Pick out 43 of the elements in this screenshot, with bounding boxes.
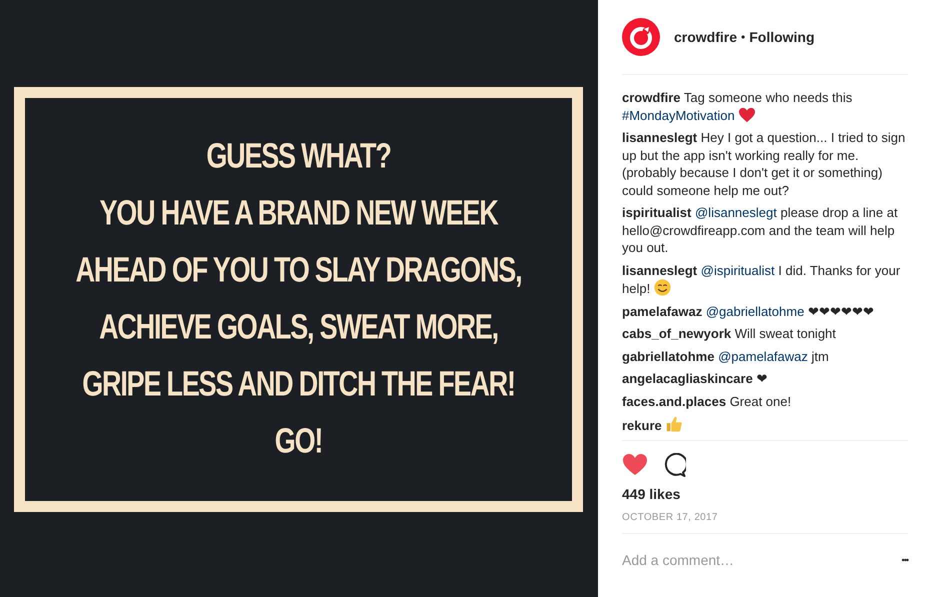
comment-text: lisanneslegt @ispiritualist I did. Thanks for your help!	[622, 262, 902, 298]
username-link[interactable]: ispiritualist	[622, 205, 692, 220]
comment-icon[interactable]	[662, 453, 686, 477]
username-link[interactable]: lisanneslegt	[622, 130, 698, 145]
following-button[interactable]: Following	[749, 29, 815, 45]
more-options-button[interactable]: •••	[902, 555, 908, 565]
comment-text: cabs_of_newyork Will sweat tonight	[622, 325, 837, 342]
heart-icon[interactable]	[622, 453, 648, 477]
comment-text: lisanneslegt Hey I got a question... I tried to sign up but the app isn't working really for me. (probably because I don't get it or something) could someone help me out?	[622, 129, 906, 199]
poster-text-line: GRIPE LESS AND DITCH THE FEAR!	[82, 363, 515, 406]
username-link[interactable]: cabs_of_newyork	[622, 326, 732, 341]
username-link[interactable]: gabriellatohme	[622, 348, 714, 364]
comment-text: faces.and.places Great one!	[622, 392, 792, 410]
comment-text: crowdfire Tag someone who needs this #MondayMotivation	[622, 89, 854, 124]
username-link[interactable]: crowdfire	[622, 90, 681, 105]
comment-text: pamelafawaz @gabriellatohme ❤❤❤❤❤❤	[622, 302, 875, 320]
separator-dot: •	[741, 30, 746, 44]
thumbs-up-icon	[665, 415, 684, 433]
likes-count[interactable]: 449 likes	[622, 485, 908, 503]
poster-text-line: AHEAD OF YOU TO SLAY DRAGONS,	[76, 249, 522, 292]
username-link[interactable]: angelacagliaskincare	[622, 371, 753, 386]
comment-text: gabriellatohme @pamelafawaz jtm	[622, 348, 830, 365]
post-date: OCTOBER 17, 2017	[622, 511, 908, 534]
hashtag-link[interactable]: #MondayMotivation	[622, 108, 735, 122]
comment-field[interactable]: Add a comment…	[622, 552, 902, 568]
comment-text: ispiritualist @lisanneslegt please drop a line at hello@crowdfireapp.com and the team will help you out.	[622, 204, 899, 256]
poster-text-line: GUESS WHAT?	[206, 135, 391, 178]
poster-text-line: GO!	[274, 420, 322, 462]
mention-link[interactable]: @gabriellatohme	[706, 304, 804, 318]
username-link[interactable]: rekure	[622, 418, 662, 433]
poster-text-line: YOU HAVE A BRAND NEW WEEK	[99, 192, 498, 234]
smiley-icon	[654, 279, 671, 296]
username-link[interactable]: lisanneslegt	[622, 262, 698, 278]
mention-link[interactable]: @ispiritualist	[700, 262, 775, 278]
poster-text-line: ACHIEVE GOALS, SWEAT MORE,	[99, 306, 498, 348]
heart-icon	[738, 106, 756, 122]
mention-link[interactable]: @lisanneslegt	[694, 205, 777, 220]
avatar-icon[interactable]	[622, 18, 660, 56]
mention-link[interactable]: @pamelafawaz	[718, 348, 808, 364]
username-link[interactable]: crowdfire	[674, 29, 738, 45]
username-link[interactable]: faces.and.places	[622, 394, 726, 408]
username-link[interactable]: pamelafawaz	[622, 304, 702, 318]
comment-text: angelacagliaskincare ❤	[622, 370, 768, 388]
